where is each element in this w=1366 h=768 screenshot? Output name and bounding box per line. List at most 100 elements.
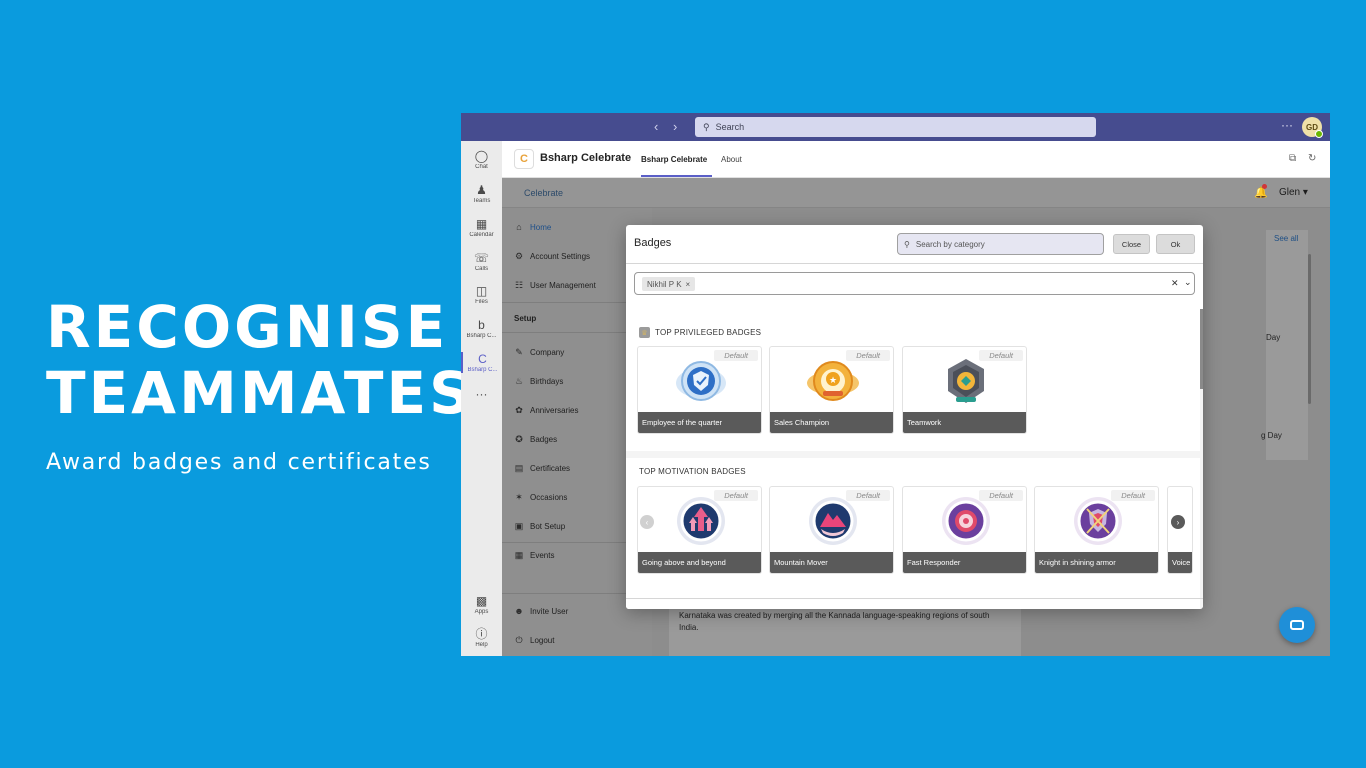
more-apps-icon: ··· — [475, 387, 488, 401]
badge-card[interactable]: Default Knight in shining armor — [1034, 486, 1159, 574]
menu-item-badges[interactable]: ✪ Badges — [514, 434, 557, 445]
menu-item-logout[interactable]: ⏻ Logout — [514, 635, 554, 646]
menu-item-occasions[interactable]: ✶ Occasions — [514, 492, 567, 503]
chat-support-button[interactable] — [1279, 607, 1315, 643]
menu-item-account-settings[interactable]: ⚙ Account Settings — [514, 251, 590, 262]
crown-icon: ♕ — [639, 327, 650, 338]
chat-bubble-icon — [1290, 620, 1304, 630]
arrows-up-badge-icon — [677, 497, 725, 545]
menu-item-birthdays[interactable]: ♨ Birthdays — [514, 376, 563, 387]
menu-item-invite-user[interactable]: ☻ Invite User — [514, 606, 568, 616]
rail-item-teams[interactable]: ♟ Teams — [461, 183, 502, 204]
tab-bsharp-celebrate[interactable]: Bsharp Celebrate — [641, 155, 707, 164]
badge-card[interactable]: Default ★ Sales Champion — [769, 346, 894, 434]
dialog-scrollbar[interactable] — [1200, 309, 1203, 389]
popout-icon[interactable]: ⧉ — [1289, 153, 1296, 164]
rail-item-files[interactable]: ◫ Files — [461, 284, 502, 305]
anniversary-icon: ✿ — [515, 405, 523, 415]
badge-section-privileged: ♕ TOP PRIVILEGED BADGES Default Employee… — [626, 317, 1200, 451]
badge-card[interactable]: Default Teamwork — [902, 346, 1027, 434]
forward-icon[interactable]: › — [673, 119, 677, 134]
menu-item-certificates[interactable]: ▤ Certificates — [514, 463, 570, 474]
tab-about[interactable]: About — [721, 155, 742, 164]
global-search-placeholder: Search — [715, 122, 745, 132]
dialog-divider — [626, 598, 1203, 599]
badge-label: Fast Responder — [903, 552, 1026, 573]
bot-icon: ▣ — [514, 521, 524, 531]
background-panel — [1266, 230, 1308, 460]
rail-item-apps[interactable]: ▩ Apps — [461, 594, 502, 615]
carousel-prev-arrow-icon[interactable]: ‹ — [640, 515, 654, 529]
carousel-next-arrow-icon[interactable]: › — [1171, 515, 1185, 529]
mountain-badge-icon — [809, 497, 857, 545]
recipient-select[interactable]: Nikhil P K × ✕ ⌄ — [634, 272, 1195, 295]
rail-item-chat[interactable]: ◯ Chat — [461, 149, 502, 170]
badge-section-motivation: TOP MOTIVATION BADGES Default Going abov… — [626, 458, 1200, 609]
category-search-input[interactable]: ⚲ Search by category — [897, 233, 1104, 255]
close-button[interactable]: Close — [1113, 234, 1150, 254]
menu-item-bot-setup[interactable]: ▣ Bot Setup — [514, 521, 565, 532]
global-search-input[interactable]: ⚲ Search — [695, 117, 1096, 137]
search-icon: ⚲ — [904, 239, 910, 249]
chip-remove-icon[interactable]: × — [686, 280, 691, 289]
menu-item-user-management[interactable]: ☷ User Management — [514, 280, 596, 291]
back-icon[interactable]: ‹ — [654, 119, 658, 134]
rail-item-calls[interactable]: ☏ Calls — [461, 251, 502, 272]
org-icon: ☷ — [514, 280, 524, 290]
menu-item-company[interactable]: ✎ Company — [514, 347, 564, 358]
refresh-icon[interactable]: ↻ — [1308, 153, 1316, 164]
dialog-divider — [626, 263, 1203, 264]
menu-item-home[interactable]: ⌂ Home — [514, 222, 551, 232]
breadcrumb[interactable]: Celebrate — [524, 188, 563, 198]
app-name: Bsharp Celebrate — [540, 152, 632, 164]
badge-card[interactable]: Voice — [1167, 486, 1193, 574]
teams-icon: ♟ — [476, 183, 487, 197]
badge-card[interactable]: Default Fast Responder — [902, 486, 1027, 574]
badge-label: Mountain Mover — [770, 552, 893, 573]
badge-label: Sales Champion — [770, 412, 893, 433]
avatar[interactable]: GD — [1302, 117, 1323, 138]
hero-title-line2: TEAMMATES — [46, 359, 474, 427]
rail-item-calendar[interactable]: ▦ Calendar — [461, 217, 502, 238]
svg-text:★: ★ — [829, 375, 837, 385]
badge-icon: ✪ — [515, 434, 523, 444]
rail-item-help[interactable]: ⓘ Help — [461, 627, 502, 648]
content-topbar: Celebrate 🔔 Glen ▾ — [502, 178, 1330, 208]
rail-item-bsharp-celebrate[interactable]: C Bsharp C... — [461, 352, 502, 373]
rail-more-apps[interactable]: ··· — [461, 387, 502, 401]
user-menu[interactable]: Glen ▾ — [1279, 187, 1308, 198]
menu-item-events[interactable]: ▦ Events — [514, 550, 555, 561]
clear-icon[interactable]: ✕ — [1171, 278, 1179, 289]
rail-item-bsharp[interactable]: b Bsharp C... — [461, 318, 502, 339]
badge-card[interactable]: Default Employee of the quarter — [637, 346, 762, 434]
more-options-icon[interactable]: ··· — [1281, 118, 1293, 132]
recipient-chip-label: Nikhil P K — [647, 279, 682, 289]
ok-button[interactable]: Ok — [1156, 234, 1195, 254]
section-heading: TOP MOTIVATION BADGES — [639, 467, 746, 476]
badge-label: Knight in shining armor — [1035, 552, 1158, 573]
certificate-icon: ▤ — [514, 463, 524, 473]
recipient-chip[interactable]: Nikhil P K × — [642, 277, 696, 291]
badge-label: Teamwork — [903, 412, 1026, 433]
badge-card[interactable]: Default Going above and beyond — [637, 486, 762, 574]
badge-label: Employee of the quarter — [638, 412, 761, 433]
chevron-down-icon[interactable]: ⌄ — [1184, 277, 1192, 288]
bsharp-logo-icon: C — [514, 149, 534, 169]
see-all-link[interactable]: See all — [1274, 234, 1298, 243]
menu-item-anniversaries[interactable]: ✿ Anniversaries — [514, 405, 578, 416]
section-heading: ♕ TOP PRIVILEGED BADGES — [639, 327, 761, 338]
home-icon: ⌂ — [516, 222, 522, 232]
badges-dialog: Badges ⚲ Search by category Close Ok Nik… — [626, 225, 1203, 609]
company-icon: ✎ — [515, 347, 523, 357]
badge-card[interactable]: Default Mountain Mover — [769, 486, 894, 574]
app-header: C Bsharp Celebrate Bsharp Celebrate Abou… — [502, 141, 1330, 178]
files-icon: ◫ — [475, 284, 488, 298]
logout-icon: ⏻ — [515, 635, 523, 645]
content-scrollbar[interactable] — [1308, 254, 1311, 404]
chat-icon: ◯ — [474, 149, 489, 163]
title-bar: ‹ › ⚲ Search ··· GD — [461, 113, 1330, 141]
user-name: Glen — [1279, 187, 1301, 198]
events-icon: ▦ — [514, 550, 524, 560]
teams-app-rail: ◯ Chat ♟ Teams ▦ Calendar ☏ Calls ◫ File… — [461, 141, 502, 656]
help-icon: ⓘ — [475, 627, 488, 641]
